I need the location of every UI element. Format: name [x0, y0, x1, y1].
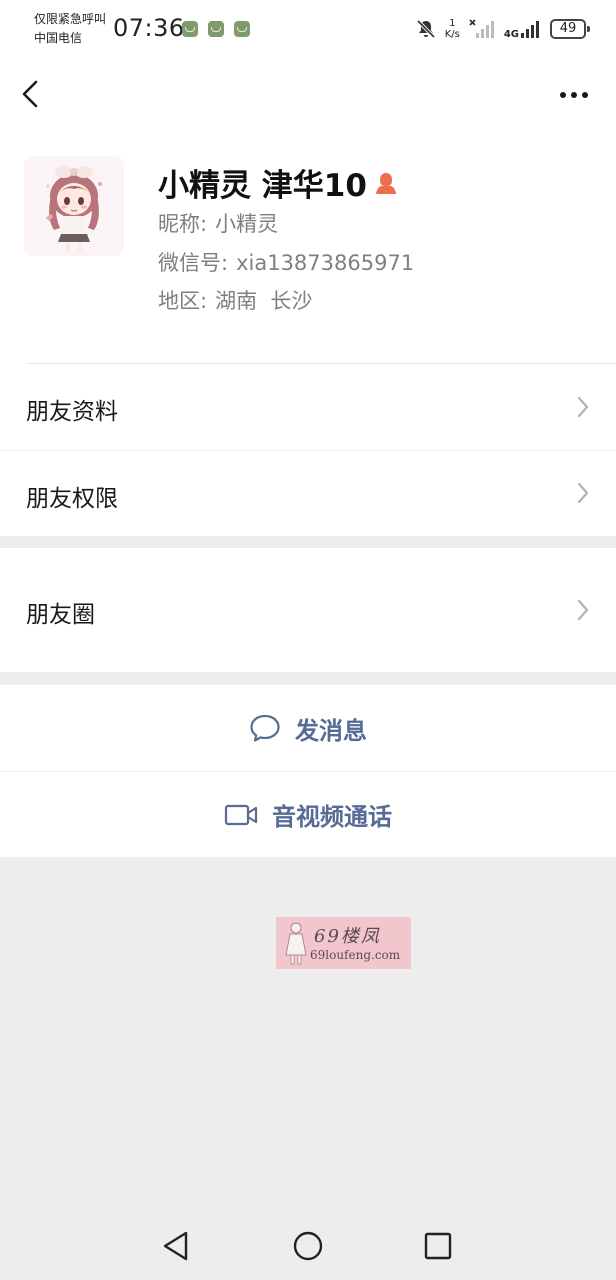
network-type: 4G [503, 29, 519, 40]
carrier-info: 仅限紧急呼叫 中国电信 [34, 10, 106, 48]
menu-item-label: 朋友资料 [26, 399, 118, 425]
nav-recents-icon[interactable] [420, 1228, 456, 1264]
video-camera-icon [224, 804, 258, 825]
menu-item-label: 朋友权限 [26, 486, 118, 512]
app-notification-icon [234, 21, 250, 37]
nav-back-icon[interactable] [158, 1228, 194, 1264]
region-value: 湖南 长沙 [215, 289, 313, 313]
menu-item-moments[interactable]: 朋友圈 [0, 548, 616, 672]
cellular-4g: 4G [504, 18, 542, 40]
chevron-right-icon [577, 482, 589, 504]
wechat-id-row: 微信号: xia13873865971 [158, 247, 414, 277]
watermark-figure-icon [285, 922, 307, 965]
region-label: 地区: [158, 289, 208, 313]
nickname-row: 昵称: 小精灵 [158, 208, 278, 238]
app-notification-icon [208, 21, 224, 37]
chevron-right-icon [577, 396, 589, 418]
chat-bubble-icon [250, 714, 280, 742]
display-name: 小精灵 津华10 [158, 168, 367, 204]
menu-item-friend-permissions[interactable]: 朋友权限 [0, 451, 616, 536]
avatar-illustration [24, 156, 124, 256]
network-speed-unit: K/s [444, 29, 460, 40]
region-row: 地区: 湖南 长沙 [158, 285, 312, 315]
watermark-url: 69loufeng.com [310, 948, 401, 962]
network-speed: 1 K/s [445, 18, 460, 40]
signal-no-service-icon [469, 19, 494, 38]
female-user-icon [375, 172, 396, 194]
chevron-right-icon [577, 599, 589, 621]
menu-item-friend-profile[interactable]: 朋友资料 [0, 364, 616, 450]
carrier-line-1: 仅限紧急呼叫 [34, 12, 107, 26]
nickname-label: 昵称: [158, 212, 208, 236]
carrier-line-2: 中国电信 [34, 31, 83, 45]
send-message-button[interactable]: 发消息 [0, 685, 616, 771]
chevron-left-icon[interactable] [14, 74, 50, 114]
system-icons: 1 K/s 4G 49 [415, 14, 590, 44]
system-nav-bar [0, 1212, 616, 1280]
profile-header: 小精灵 津华10 昵称: 小精灵 微信号: xia13873865971 地区: 湖南… [0, 134, 616, 364]
watermark-title: 69楼凤 [314, 926, 381, 947]
watermark-badge: 69楼凤 69loufeng.com [276, 917, 411, 969]
signal-strength-icon [521, 21, 539, 38]
wechat-id-value: xia13873865971 [236, 251, 415, 275]
video-call-label: 音视频通话 [272, 803, 392, 831]
avatar[interactable] [24, 156, 124, 256]
video-call-button[interactable]: 音视频通话 [0, 772, 616, 857]
menu-item-label: 朋友圈 [26, 602, 95, 628]
nickname-value: 小精灵 [215, 212, 279, 236]
top-bar [0, 58, 616, 134]
name-row: 小精灵 津华10 [158, 160, 399, 205]
network-speed-value: 1 [449, 18, 456, 29]
notification-icons [182, 21, 250, 37]
status-time: 07:36 [113, 14, 185, 42]
nav-home-icon[interactable] [290, 1228, 326, 1264]
status-bar: 仅限紧急呼叫 中国电信 07:36 1 K/s 4G 49 [0, 0, 616, 58]
app-notification-icon [182, 21, 198, 37]
mute-bell-icon [416, 19, 435, 39]
send-message-label: 发消息 [295, 716, 367, 745]
battery-icon: 49 [550, 19, 590, 39]
wechat-id-label: 微信号: [158, 251, 229, 275]
more-dots-icon[interactable] [554, 78, 594, 112]
